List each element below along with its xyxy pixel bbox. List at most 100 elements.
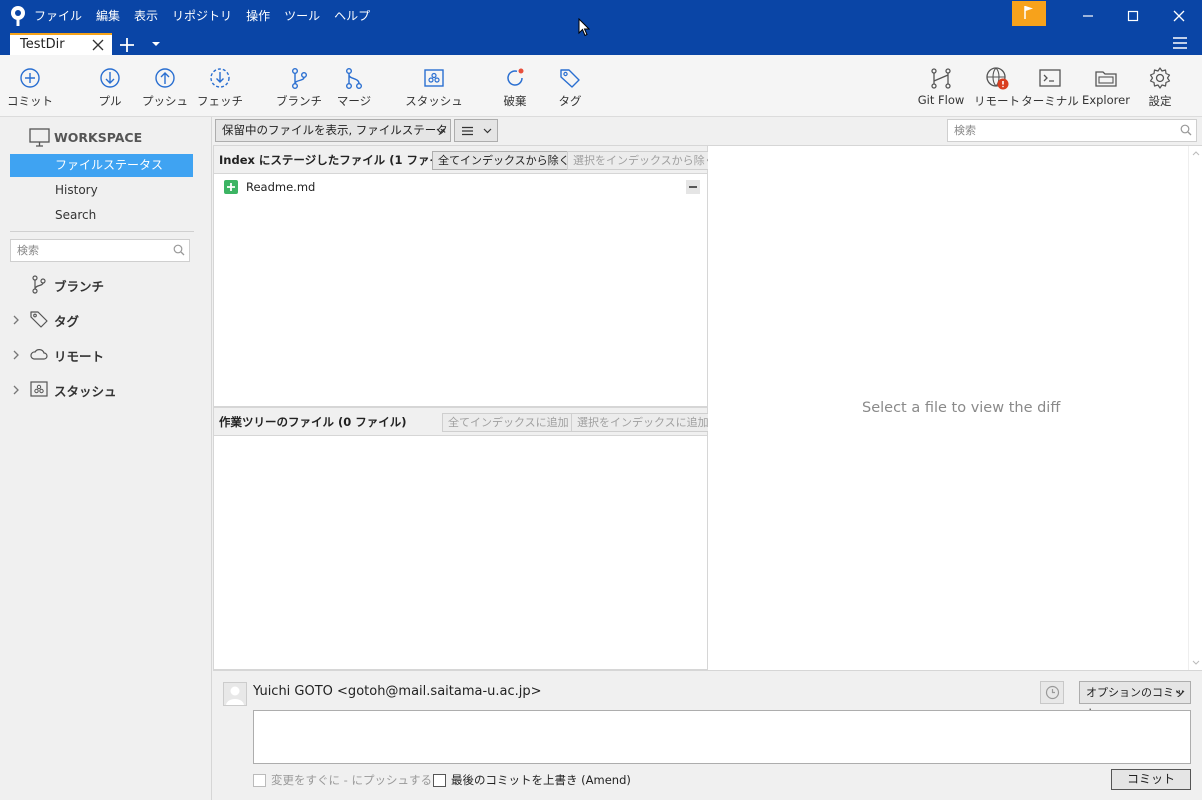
workspace-monitor-icon — [29, 128, 50, 147]
tree-branches[interactable]: ブランチ — [0, 274, 212, 296]
search-icon — [173, 244, 185, 256]
menu-file[interactable]: ファイル — [34, 7, 82, 25]
remote-globe-alert-icon — [986, 67, 1009, 90]
merge-icon — [345, 68, 362, 90]
menu-view[interactable]: 表示 — [134, 7, 158, 25]
push-arrow-up-icon — [155, 68, 175, 88]
workspace-heading: WORKSPACE — [54, 130, 143, 145]
view-mode-dropdown[interactable] — [454, 119, 498, 142]
menu-actions[interactable]: 操作 — [246, 7, 270, 25]
stash-toolbar-button[interactable]: スタッシュ — [405, 55, 463, 117]
checkbox-box[interactable] — [433, 773, 446, 787]
file-name: Readme.md — [246, 180, 316, 194]
menu-repository[interactable]: リポジトリ — [172, 7, 232, 25]
filter-bar: 保留中のファイルを表示, ファイルステータス順 検索 — [213, 117, 1202, 158]
commit-button[interactable]: コミット — [1111, 769, 1191, 790]
stage-selected-button[interactable]: 選択をインデックスに追加 — [571, 413, 715, 432]
terminal-icon — [1039, 69, 1061, 87]
working-tree-panel-title: 作業ツリーのファイル (0 ファイル) — [219, 415, 407, 429]
scroll-up-icon[interactable] — [1192, 151, 1200, 156]
branch-toolbar-button[interactable]: ブランチ — [276, 55, 322, 117]
menu-bar: ファイル 編集 表示 リポジトリ 操作 ツール ヘルプ — [34, 7, 384, 25]
file-filter-dropdown[interactable]: 保留中のファイルを表示, ファイルステータス順 — [215, 119, 451, 158]
scroll-down-icon[interactable] — [1192, 660, 1200, 665]
diff-scrollbar[interactable] — [1188, 146, 1202, 671]
tab-dropdown-icon[interactable] — [151, 41, 161, 48]
tab-close-icon[interactable] — [92, 39, 104, 51]
staged-panel-header: Index にステージしたファイル (1 ファイル) 全てインデックスから除く … — [214, 146, 722, 174]
diff-search-input[interactable]: 検索 — [947, 119, 1197, 142]
close-icon — [1173, 10, 1185, 22]
working-tree-panel-header: 作業ツリーのファイル (0 ファイル) 全てインデックスに追加 選択をインデック… — [214, 408, 715, 436]
unstage-selected-button[interactable]: 選択をインデックスから除く — [567, 151, 722, 170]
working-tree-panel: 作業ツリーのファイル (0 ファイル) 全てインデックスに追加 選択をインデック… — [213, 407, 715, 670]
menu-help[interactable]: ヘルプ — [334, 7, 370, 25]
push-toolbar-button[interactable]: プッシュ — [142, 55, 188, 117]
chevron-down-icon — [1176, 690, 1185, 696]
stage-all-button[interactable]: 全てインデックスに追加 — [442, 413, 575, 432]
remote-toolbar-button[interactable]: リモート — [974, 55, 1020, 117]
chevron-down-icon — [483, 128, 492, 134]
terminal-toolbar-button[interactable]: ターミナル — [1021, 55, 1079, 117]
gitflow-toolbar-button[interactable]: Git Flow — [916, 55, 966, 117]
flag-button[interactable] — [1012, 1, 1046, 26]
sidebar-search-input[interactable]: 検索 — [10, 239, 190, 262]
sourcetree-logo-icon — [9, 5, 27, 27]
new-tab-plus-icon[interactable] — [119, 37, 135, 53]
maximize-icon — [1127, 10, 1139, 22]
sidebar-item-history[interactable]: History — [10, 179, 193, 202]
commit-author: Yuichi GOTO <gotoh@mail.saitama-u.ac.jp> — [253, 684, 542, 699]
sidebar-divider — [10, 231, 194, 232]
explorer-toolbar-button[interactable]: Explorer — [1082, 55, 1130, 117]
tree-stashes[interactable]: スタッシュ — [0, 379, 212, 401]
close-button[interactable] — [1159, 2, 1199, 26]
toolbar: コミット プル プッシュ フェッチ ブランチ マージ スタッシュ 破棄 タグ G… — [0, 55, 1202, 117]
settings-toolbar-button[interactable]: 設定 — [1142, 55, 1178, 117]
pull-arrow-down-icon — [100, 68, 120, 88]
diff-placeholder-message: Select a file to view the diff — [862, 400, 1061, 416]
tree-remotes[interactable]: リモート — [0, 344, 212, 366]
discard-toolbar-button[interactable]: 破棄 — [495, 55, 535, 117]
cloud-icon — [30, 349, 48, 360]
maximize-button[interactable] — [1113, 2, 1153, 26]
chevron-right-icon[interactable] — [12, 385, 20, 395]
commit-message-input[interactable] — [253, 710, 1191, 764]
search-icon — [1180, 124, 1192, 136]
tag-icon — [560, 69, 580, 88]
minimize-icon — [1083, 15, 1093, 17]
gear-icon — [1149, 67, 1171, 89]
amend-checkbox[interactable]: 最後のコミットを上書き (Amend) — [433, 772, 631, 788]
tab-testdir[interactable]: TestDir — [10, 33, 112, 55]
sidebar-item-search[interactable]: Search — [10, 204, 193, 227]
commit-plus-icon — [20, 68, 40, 88]
branch-icon — [291, 68, 307, 90]
unstage-all-button[interactable]: 全てインデックスから除く — [432, 151, 576, 170]
sidebar-item-file-status[interactable]: ファイルステータス — [10, 154, 193, 177]
chevron-right-icon[interactable] — [12, 350, 20, 360]
stash-box-icon — [424, 69, 444, 87]
mouse-cursor-icon — [578, 18, 590, 37]
gitflow-icon — [931, 68, 951, 89]
unstage-minus-icon[interactable] — [686, 180, 700, 194]
tree-tags[interactable]: タグ — [0, 309, 212, 331]
menu-edit[interactable]: 編集 — [96, 7, 120, 25]
merge-toolbar-button[interactable]: マージ — [334, 55, 374, 117]
commit-toolbar-button[interactable]: コミット — [7, 55, 53, 117]
tag-icon — [30, 311, 48, 328]
commit-options-dropdown[interactable]: オプションのコミット — [1079, 681, 1191, 720]
commit-history-button[interactable] — [1040, 681, 1064, 704]
minimize-button[interactable] — [1068, 2, 1108, 26]
diff-panel: Select a file to view the diff — [708, 145, 1202, 671]
push-immediately-checkbox[interactable]: 変更をすぐに - にプッシュする — [253, 772, 432, 788]
staged-files-panel: Index にステージしたファイル (1 ファイル) 全てインデックスから除く … — [213, 145, 722, 407]
tag-toolbar-button[interactable]: タグ — [552, 55, 588, 117]
staged-file-row[interactable]: Readme.md — [214, 176, 707, 198]
menu-tools[interactable]: ツール — [284, 7, 320, 25]
hamburger-menu-icon[interactable] — [1173, 37, 1187, 49]
user-avatar-icon — [226, 686, 244, 705]
fetch-toolbar-button[interactable]: フェッチ — [197, 55, 243, 117]
pull-toolbar-button[interactable]: プル — [90, 55, 130, 117]
staged-panel-title: Index にステージしたファイル (1 ファイル) — [219, 153, 458, 167]
checkbox-box[interactable] — [253, 773, 266, 787]
chevron-right-icon[interactable] — [12, 315, 20, 325]
